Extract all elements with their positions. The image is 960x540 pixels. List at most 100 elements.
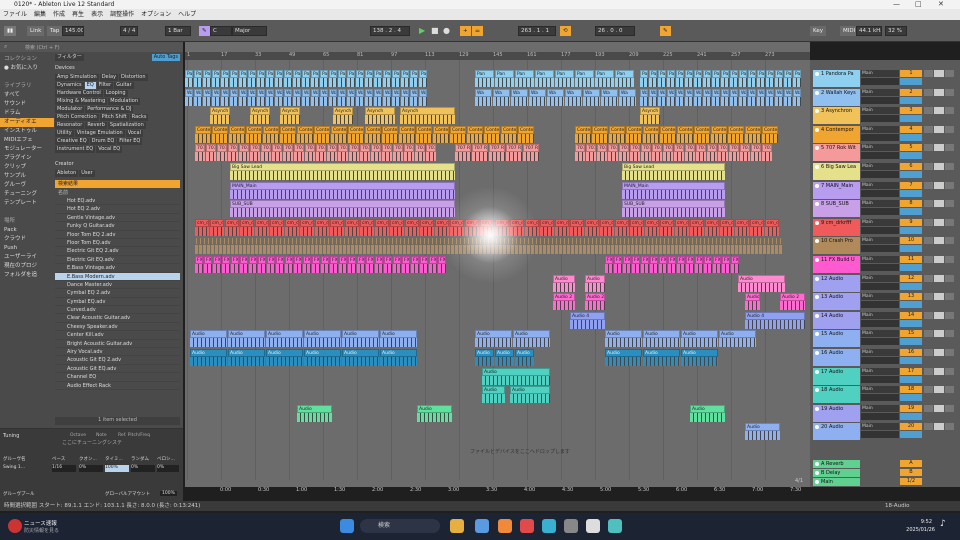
clip-header[interactable]: Conte bbox=[694, 125, 710, 134]
clip-body[interactable] bbox=[311, 78, 319, 87]
clip-body[interactable] bbox=[230, 208, 455, 218]
clip-header[interactable]: Wa bbox=[748, 88, 756, 97]
clip-body[interactable] bbox=[609, 133, 625, 143]
clip-header[interactable]: Conte bbox=[399, 125, 415, 134]
clip-header[interactable]: Audio 2 bbox=[585, 293, 605, 302]
track-number[interactable]: 11 bbox=[900, 256, 922, 263]
clip-header[interactable]: 707 Ro bbox=[751, 144, 761, 153]
tag-chip[interactable]: Resonator bbox=[55, 122, 85, 129]
clip-header[interactable]: cm_drk bbox=[720, 218, 734, 227]
clip-body[interactable] bbox=[784, 96, 792, 106]
clip-header[interactable]: cm_drk bbox=[547, 237, 550, 246]
menu-item[interactable]: オプション bbox=[141, 9, 171, 20]
clip-header[interactable]: 707 Ro bbox=[239, 144, 249, 153]
clip-body[interactable] bbox=[345, 226, 359, 236]
clip-body[interactable] bbox=[365, 133, 381, 143]
clip-body[interactable] bbox=[365, 78, 373, 87]
clip-body[interactable] bbox=[575, 245, 578, 255]
clip-body[interactable] bbox=[450, 226, 464, 236]
track-arm[interactable] bbox=[900, 282, 922, 290]
clip-body[interactable] bbox=[259, 245, 262, 255]
track-header[interactable]: 1 Pandora Pa Main 1 bbox=[810, 70, 960, 88]
tag-chip[interactable]: EQ bbox=[84, 82, 96, 89]
places-item[interactable]: サウンド bbox=[0, 100, 54, 109]
clip-header[interactable]: Pan bbox=[365, 70, 373, 78]
clip-body[interactable] bbox=[547, 245, 550, 255]
clip-header[interactable]: cm_drk bbox=[415, 237, 418, 246]
clip-header[interactable]: cm_drk bbox=[595, 237, 598, 246]
clip-body[interactable] bbox=[215, 245, 218, 255]
clip-body[interactable] bbox=[523, 245, 526, 255]
clip-body[interactable] bbox=[217, 152, 227, 162]
clip-header[interactable]: Wa bbox=[775, 88, 783, 97]
clip-header[interactable]: cm_drk bbox=[679, 237, 682, 246]
clip-header[interactable]: cm_drk bbox=[487, 237, 490, 246]
clip-body[interactable] bbox=[718, 152, 728, 162]
clip-body[interactable] bbox=[750, 226, 764, 236]
clip-header[interactable]: 707 Ro bbox=[523, 144, 539, 153]
clip-body[interactable] bbox=[329, 96, 337, 106]
clip-body[interactable] bbox=[427, 245, 430, 255]
clip-header[interactable]: Pan bbox=[658, 70, 666, 78]
track-input[interactable] bbox=[861, 431, 899, 439]
clip-body[interactable] bbox=[311, 245, 314, 255]
clip-header[interactable]: cm_drk bbox=[331, 237, 334, 246]
clip-header[interactable]: Pan bbox=[311, 70, 319, 78]
clip-header[interactable]: Audio bbox=[417, 404, 452, 413]
track-arm[interactable] bbox=[900, 301, 922, 309]
app-icon[interactable] bbox=[608, 519, 622, 533]
track-buttons[interactable] bbox=[924, 144, 954, 152]
groove-base[interactable]: 1/16 bbox=[52, 465, 76, 472]
clip-body[interactable] bbox=[348, 133, 364, 143]
clip-body[interactable] bbox=[380, 338, 417, 348]
clip-body[interactable] bbox=[719, 338, 756, 348]
clip-body[interactable] bbox=[472, 152, 488, 162]
clip-body[interactable] bbox=[211, 245, 214, 255]
track-header[interactable]: 12 Audio Main 12 bbox=[810, 274, 960, 293]
clip-header[interactable]: cm_drk bbox=[315, 237, 318, 246]
clip-body[interactable] bbox=[392, 78, 400, 87]
track-header[interactable]: 18 Audio Main 18 bbox=[810, 386, 960, 404]
clip-header[interactable]: Pan bbox=[284, 70, 292, 78]
clip-body[interactable] bbox=[615, 226, 629, 236]
track-buttons[interactable] bbox=[924, 293, 954, 301]
clip-body[interactable] bbox=[249, 264, 257, 273]
track-output[interactable]: Main bbox=[861, 256, 899, 263]
clip-header[interactable]: FX Bu bbox=[393, 256, 401, 264]
clip-header[interactable]: cm_drk bbox=[603, 237, 606, 246]
tag-chip[interactable]: Hardware Control bbox=[55, 90, 103, 97]
track-header[interactable]: 13 Audio Main 13 bbox=[810, 293, 960, 311]
clip-body[interactable] bbox=[342, 357, 379, 366]
clip-body[interactable] bbox=[731, 245, 734, 255]
key-map-button[interactable]: Key bbox=[810, 26, 826, 36]
clip-body[interactable] bbox=[712, 96, 720, 106]
places-item[interactable]: クラウド bbox=[0, 235, 54, 244]
clip-body[interactable] bbox=[360, 226, 374, 236]
clip-body[interactable] bbox=[686, 264, 694, 273]
clip-header[interactable]: cm_drk bbox=[723, 237, 726, 246]
clip-body[interactable] bbox=[363, 245, 366, 255]
clip-body[interactable] bbox=[343, 245, 346, 255]
clip-header[interactable]: cm_drk bbox=[335, 237, 338, 246]
track-header[interactable]: 14 Audio Main 14 bbox=[810, 311, 960, 330]
clip-body[interactable] bbox=[540, 226, 554, 236]
clip-body[interactable] bbox=[510, 226, 524, 236]
track-output[interactable]: Main bbox=[861, 237, 899, 245]
track-buttons[interactable] bbox=[924, 181, 954, 189]
clip-body[interactable] bbox=[365, 115, 395, 125]
clip-header[interactable]: Conte bbox=[660, 125, 676, 134]
clip-body[interactable] bbox=[374, 96, 382, 106]
clip-header[interactable]: Asynch bbox=[400, 107, 455, 116]
clip-body[interactable] bbox=[599, 245, 602, 255]
clip-body[interactable] bbox=[695, 245, 698, 255]
clip-body[interactable] bbox=[371, 152, 381, 162]
tag-chip[interactable]: Instrument EQ bbox=[55, 146, 96, 153]
clip-body[interactable] bbox=[553, 282, 575, 292]
clip-header[interactable]: cm_drk bbox=[379, 237, 382, 246]
clip-body[interactable] bbox=[619, 96, 636, 106]
clip-body[interactable] bbox=[257, 96, 265, 106]
places-item[interactable]: オーディオエ bbox=[0, 118, 54, 127]
track-name[interactable]: 19 Audio bbox=[813, 404, 860, 422]
clip-body[interactable] bbox=[722, 264, 730, 273]
clip-body[interactable] bbox=[659, 245, 662, 255]
